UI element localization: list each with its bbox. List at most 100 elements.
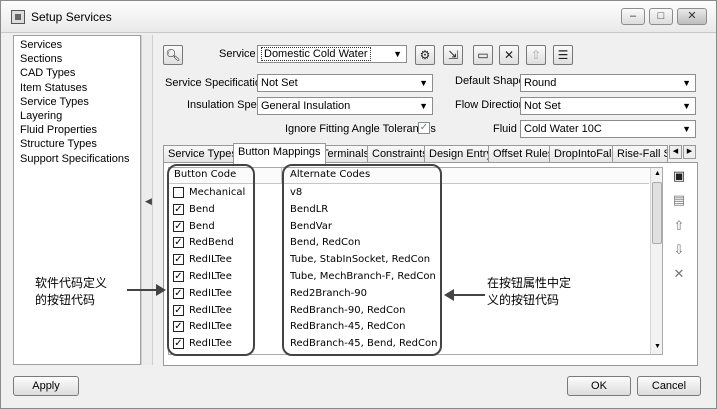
table-row[interactable]: ✓ RedILTee Tube, MechBranch-F, RedCon: [169, 269, 649, 286]
button-code-cell[interactable]: RedBend: [189, 237, 234, 248]
alternate-codes-cell[interactable]: Bend, RedCon: [290, 237, 361, 248]
sidebar-item-sections[interactable]: Sections: [20, 52, 134, 66]
app-icon: [11, 10, 25, 24]
minimize-button[interactable]: –: [621, 8, 645, 25]
row-checkbox[interactable]: ✓: [173, 271, 184, 282]
list-button[interactable]: ☰: [553, 45, 573, 65]
button-code-cell[interactable]: Mechanical: [189, 187, 245, 198]
table-row[interactable]: ✓ RedBend Bend, RedCon: [169, 235, 649, 252]
row-checkbox[interactable]: ✓: [173, 254, 184, 266]
table-row[interactable]: ✓ RedILTee RedBranch-45, RedCon: [169, 319, 649, 336]
button-code-cell[interactable]: RedILTee: [189, 271, 232, 282]
table-row[interactable]: ✓ Bend BendVar: [169, 219, 649, 236]
alternate-codes-cell[interactable]: BendVar: [290, 221, 332, 232]
maximize-button[interactable]: □: [649, 8, 673, 25]
alternate-codes-cell[interactable]: BendLR: [290, 204, 328, 215]
delete-button[interactable]: ✕: [499, 45, 519, 65]
chevron-down-icon: ▼: [393, 49, 402, 59]
row-checkbox[interactable]: ✓: [173, 237, 184, 249]
column-header-button-code[interactable]: Button Code: [174, 169, 236, 180]
sidebar-item-item-statuses[interactable]: Item Statuses: [20, 81, 134, 95]
button-code-cell[interactable]: Bend: [189, 204, 215, 215]
tab-dropintofall[interactable]: DropIntoFall: [549, 145, 619, 163]
tab-design-entry[interactable]: Design Entry: [424, 145, 497, 163]
alternate-codes-cell[interactable]: Tube, MechBranch-F, RedCon: [290, 271, 436, 282]
service-combo[interactable]: Domestic Cold Water ▼: [257, 45, 407, 63]
sidebar-item-service-types[interactable]: Service Types: [20, 95, 134, 109]
arrow-down-icon: ⇩: [673, 242, 685, 257]
scroll-up-icon[interactable]: ▲: [654, 170, 661, 177]
alternate-codes-cell[interactable]: RedBranch-90, RedCon: [290, 305, 405, 316]
grid-edit-button[interactable]: ▤: [670, 191, 688, 209]
column-header-alternate-codes[interactable]: Alternate Codes: [290, 169, 370, 180]
close-button[interactable]: ✕: [677, 8, 707, 25]
row-checkbox[interactable]: ✓: [173, 287, 184, 299]
alternate-codes-cell[interactable]: RedBranch-45, Bend, RedCon: [290, 338, 437, 349]
move-up-button[interactable]: ⇧: [526, 45, 546, 65]
sidebar-item-cad-types[interactable]: CAD Types: [20, 66, 134, 80]
row-checkbox[interactable]: [173, 187, 184, 198]
import-button[interactable]: ⇲: [443, 45, 463, 65]
row-checkbox[interactable]: ✓: [173, 338, 184, 350]
button-code-cell[interactable]: RedILTee: [189, 321, 232, 332]
row-checkbox[interactable]: ✓: [173, 203, 184, 215]
new-button[interactable]: ▭: [473, 45, 493, 65]
scroll-thumb[interactable]: [652, 182, 662, 244]
table-row[interactable]: ✓ RedILTee RedBranch-90, RedCon: [169, 303, 649, 320]
ignore-fitting-checkbox[interactable]: ✓: [418, 122, 430, 134]
default-shape-combo[interactable]: Round ▼: [520, 74, 696, 92]
alternate-codes-cell[interactable]: Tube, StabInSocket, RedCon: [290, 254, 430, 265]
row-checkbox[interactable]: ✓: [173, 220, 184, 232]
fluid-combo[interactable]: Cold Water 10C ▼: [520, 120, 696, 138]
insulation-spec-combo[interactable]: General Insulation ▼: [257, 97, 433, 115]
sidebar-item-services[interactable]: Services: [20, 38, 134, 52]
button-code-cell[interactable]: RedILTee: [189, 288, 232, 299]
tab-scroll-left[interactable]: ◀: [669, 145, 682, 159]
preview-button[interactable]: 🔍︎: [163, 45, 183, 65]
button-code-cell[interactable]: RedILTee: [189, 305, 232, 316]
sidebar-item-layering[interactable]: Layering: [20, 109, 134, 123]
table-row[interactable]: ✓ RedILTee Tube, StabInSocket, RedCon: [169, 252, 649, 269]
grid-move-down-button[interactable]: ⇩: [670, 241, 688, 259]
cancel-button[interactable]: Cancel: [637, 376, 701, 396]
grid-delete-button[interactable]: ✕: [670, 265, 688, 283]
annotation-left-line1: 软件代码定义: [35, 276, 108, 290]
fluid-value: Cold Water 10C: [524, 123, 602, 135]
row-checkbox[interactable]: ✓: [173, 304, 184, 316]
table-row[interactable]: ✓ RedILTee RedBranch-45, Bend, RedCon: [169, 336, 649, 353]
column-separator[interactable]: [281, 168, 282, 184]
sidebar-list[interactable]: Services Sections CAD Types Item Statuse…: [13, 35, 141, 365]
flow-direction-combo[interactable]: Not Set ▼: [520, 97, 696, 115]
table-row[interactable]: ✓ Bend BendLR: [169, 202, 649, 219]
table-row[interactable]: Mechanical v8: [169, 185, 649, 202]
grid-vertical-scrollbar[interactable]: ▲ ▼: [650, 168, 662, 354]
row-checkbox[interactable]: ✓: [173, 321, 184, 333]
panel-splitter[interactable]: ◀: [141, 35, 153, 365]
sidebar-item-structure-types[interactable]: Structure Types: [20, 137, 134, 151]
grid-move-up-button[interactable]: ⇧: [670, 217, 688, 235]
button-code-cell[interactable]: Bend: [189, 221, 215, 232]
collapse-arrow-icon[interactable]: ◀: [145, 196, 152, 207]
scroll-down-icon[interactable]: ▼: [654, 343, 661, 350]
alternate-codes-cell[interactable]: RedBranch-45, RedCon: [290, 321, 405, 332]
table-row[interactable]: ✓ RedILTee Red2Branch-90: [169, 286, 649, 303]
grid-add-button[interactable]: ▣: [670, 167, 688, 185]
button-code-cell[interactable]: RedILTee: [189, 338, 232, 349]
tab-service-types[interactable]: Service Types: [163, 145, 242, 163]
sidebar-item-fluid-properties[interactable]: Fluid Properties: [20, 123, 134, 137]
tab-button-mappings[interactable]: Button Mappings: [233, 143, 326, 164]
button-code-cell[interactable]: RedILTee: [189, 254, 232, 265]
sidebar-item-support-specifications[interactable]: Support Specifications: [20, 152, 134, 166]
tab-rise-fall[interactable]: Rise-Fall Sy: [612, 145, 668, 163]
delete-x-icon: ✕: [503, 48, 515, 62]
alternate-codes-cell[interactable]: v8: [290, 187, 302, 198]
ok-button[interactable]: OK: [567, 376, 631, 396]
alternate-codes-cell[interactable]: Red2Branch-90: [290, 288, 367, 299]
tab-scroll-right[interactable]: ▶: [683, 145, 696, 159]
tab-constraints[interactable]: Constraints: [367, 145, 433, 163]
apply-button[interactable]: Apply: [13, 376, 79, 396]
service-spec-combo[interactable]: Not Set ▼: [257, 74, 433, 92]
tab-offset-rules[interactable]: Offset Rules: [488, 145, 559, 163]
delete-x-icon: ✕: [673, 266, 685, 281]
properties-button[interactable]: ⚙: [415, 45, 435, 65]
